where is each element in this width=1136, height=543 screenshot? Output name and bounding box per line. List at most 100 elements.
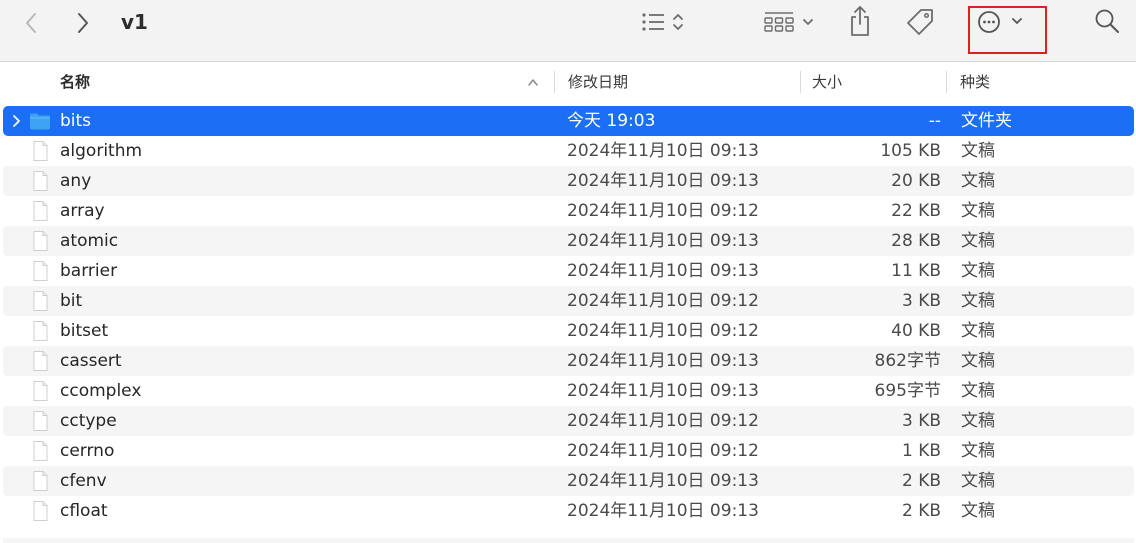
document-icon — [33, 321, 48, 341]
search-button[interactable] — [1090, 4, 1124, 38]
file-date: 2024年11月10日 09:13 — [567, 261, 759, 281]
document-icon — [33, 261, 48, 281]
chevron-left-icon — [26, 13, 36, 33]
file-size: 1 KB — [901, 441, 941, 461]
document-icon — [33, 441, 48, 461]
view-mode-button[interactable] — [628, 6, 696, 38]
file-row-bits[interactable]: bits 今天 19:03 -- 文件夹 — [3, 106, 1134, 136]
file-size: 3 KB — [901, 291, 941, 311]
file-date: 2024年11月10日 09:13 — [567, 231, 759, 251]
document-icon — [33, 291, 48, 311]
document-icon — [33, 231, 48, 251]
column-header-name[interactable]: 名称 — [60, 62, 90, 102]
file-name: ccomplex — [60, 381, 142, 401]
file-name: atomic — [60, 231, 119, 251]
file-kind: 文件夹 — [961, 111, 1012, 131]
search-icon — [1095, 9, 1119, 33]
document-icon — [33, 171, 48, 191]
file-kind: 文稿 — [961, 171, 995, 191]
document-icon — [33, 381, 48, 401]
more-actions-button[interactable] — [970, 6, 1036, 38]
file-row[interactable]: cassert 2024年11月10日 09:13 862字节 文稿 — [3, 346, 1134, 376]
file-kind: 文稿 — [961, 231, 995, 251]
column-header-size[interactable]: 大小 — [812, 62, 842, 102]
file-date: 2024年11月10日 09:13 — [567, 501, 759, 521]
file-size: 11 KB — [891, 261, 941, 281]
column-divider[interactable] — [800, 71, 801, 93]
column-divider[interactable] — [554, 71, 555, 93]
file-date: 今天 19:03 — [567, 111, 656, 131]
chevron-right-icon — [78, 13, 88, 33]
disclosure-chevron-icon[interactable] — [10, 114, 22, 128]
ellipsis-circle-icon — [978, 11, 1022, 33]
file-date: 2024年11月10日 09:12 — [567, 201, 759, 221]
forward-button[interactable] — [66, 8, 100, 38]
share-button[interactable] — [844, 2, 876, 40]
file-name: cassert — [60, 351, 122, 371]
file-kind: 文稿 — [961, 441, 995, 461]
file-date: 2024年11月10日 09:13 — [567, 171, 759, 191]
file-kind: 文稿 — [961, 501, 995, 521]
file-row[interactable]: any 2024年11月10日 09:13 20 KB 文稿 — [3, 166, 1134, 196]
icon-grid-icon — [764, 12, 813, 32]
toolbar: v1 — [0, 0, 1136, 62]
file-row[interactable]: cerrno 2024年11月10日 09:12 1 KB 文稿 — [3, 436, 1134, 466]
file-kind: 文稿 — [961, 381, 995, 401]
back-button[interactable] — [14, 8, 48, 38]
file-row[interactable]: cfloat 2024年11月10日 09:13 2 KB 文稿 — [3, 496, 1134, 526]
file-row[interactable]: barrier 2024年11月10日 09:13 11 KB 文稿 — [3, 256, 1134, 286]
tag-button[interactable] — [902, 4, 938, 38]
file-size: 2 KB — [901, 471, 941, 491]
file-size: 2 KB — [901, 501, 941, 521]
file-date: 2024年11月10日 09:12 — [567, 411, 759, 431]
file-size: -- — [928, 111, 941, 131]
file-kind: 文稿 — [961, 411, 995, 431]
sort-ascending-icon[interactable] — [526, 62, 546, 102]
file-size: 105 KB — [880, 141, 941, 161]
file-size: 22 KB — [891, 201, 941, 221]
file-row[interactable]: cctype 2024年11月10日 09:12 3 KB 文稿 — [3, 406, 1134, 436]
file-size: 862字节 — [874, 351, 941, 371]
file-row[interactable]: bitset 2024年11月10日 09:12 40 KB 文稿 — [3, 316, 1134, 346]
document-icon — [33, 501, 48, 521]
file-name: cfenv — [60, 471, 107, 491]
tag-icon — [907, 9, 933, 35]
file-kind: 文稿 — [961, 321, 995, 341]
share-icon — [851, 6, 869, 36]
file-row[interactable]: algorithm 2024年11月10日 09:13 105 KB 文稿 — [3, 136, 1134, 166]
file-date: 2024年11月10日 09:13 — [567, 381, 759, 401]
file-size: 3 KB — [901, 411, 941, 431]
file-row[interactable]: atomic 2024年11月10日 09:13 28 KB 文稿 — [3, 226, 1134, 256]
file-date: 2024年11月10日 09:12 — [567, 291, 759, 311]
column-header: 名称 修改日期 大小 种类 — [0, 62, 1136, 102]
document-icon — [33, 471, 48, 491]
file-row[interactable]: array 2024年11月10日 09:12 22 KB 文稿 — [3, 196, 1134, 226]
file-row[interactable]: bit 2024年11月10日 09:12 3 KB 文稿 — [3, 286, 1134, 316]
document-icon — [33, 201, 48, 221]
window-title: v1 — [121, 10, 148, 34]
file-row[interactable]: cfenv 2024年11月10日 09:13 2 KB 文稿 — [3, 466, 1134, 496]
file-name: cfloat — [60, 501, 108, 521]
file-name: bit — [60, 291, 83, 311]
group-button[interactable] — [758, 6, 822, 38]
file-size: 695字节 — [874, 381, 941, 401]
file-kind: 文稿 — [961, 201, 995, 221]
file-row[interactable]: ccomplex 2024年11月10日 09:13 695字节 文稿 — [3, 376, 1134, 406]
file-name: bits — [60, 111, 92, 131]
file-name: array — [60, 201, 105, 221]
document-icon — [33, 141, 48, 161]
file-name: any — [60, 171, 92, 191]
file-name: barrier — [60, 261, 118, 281]
file-kind: 文稿 — [961, 141, 995, 161]
file-date: 2024年11月10日 09:13 — [567, 141, 759, 161]
column-header-kind[interactable]: 种类 — [960, 62, 990, 102]
file-size: 40 KB — [891, 321, 941, 341]
file-date: 2024年11月10日 09:13 — [567, 351, 759, 371]
document-icon — [33, 351, 48, 371]
file-kind: 文稿 — [961, 471, 995, 491]
file-date: 2024年11月10日 09:12 — [567, 441, 759, 461]
column-divider[interactable] — [946, 71, 947, 93]
file-kind: 文稿 — [961, 291, 995, 311]
column-header-date[interactable]: 修改日期 — [568, 62, 628, 102]
file-size: 28 KB — [891, 231, 941, 251]
